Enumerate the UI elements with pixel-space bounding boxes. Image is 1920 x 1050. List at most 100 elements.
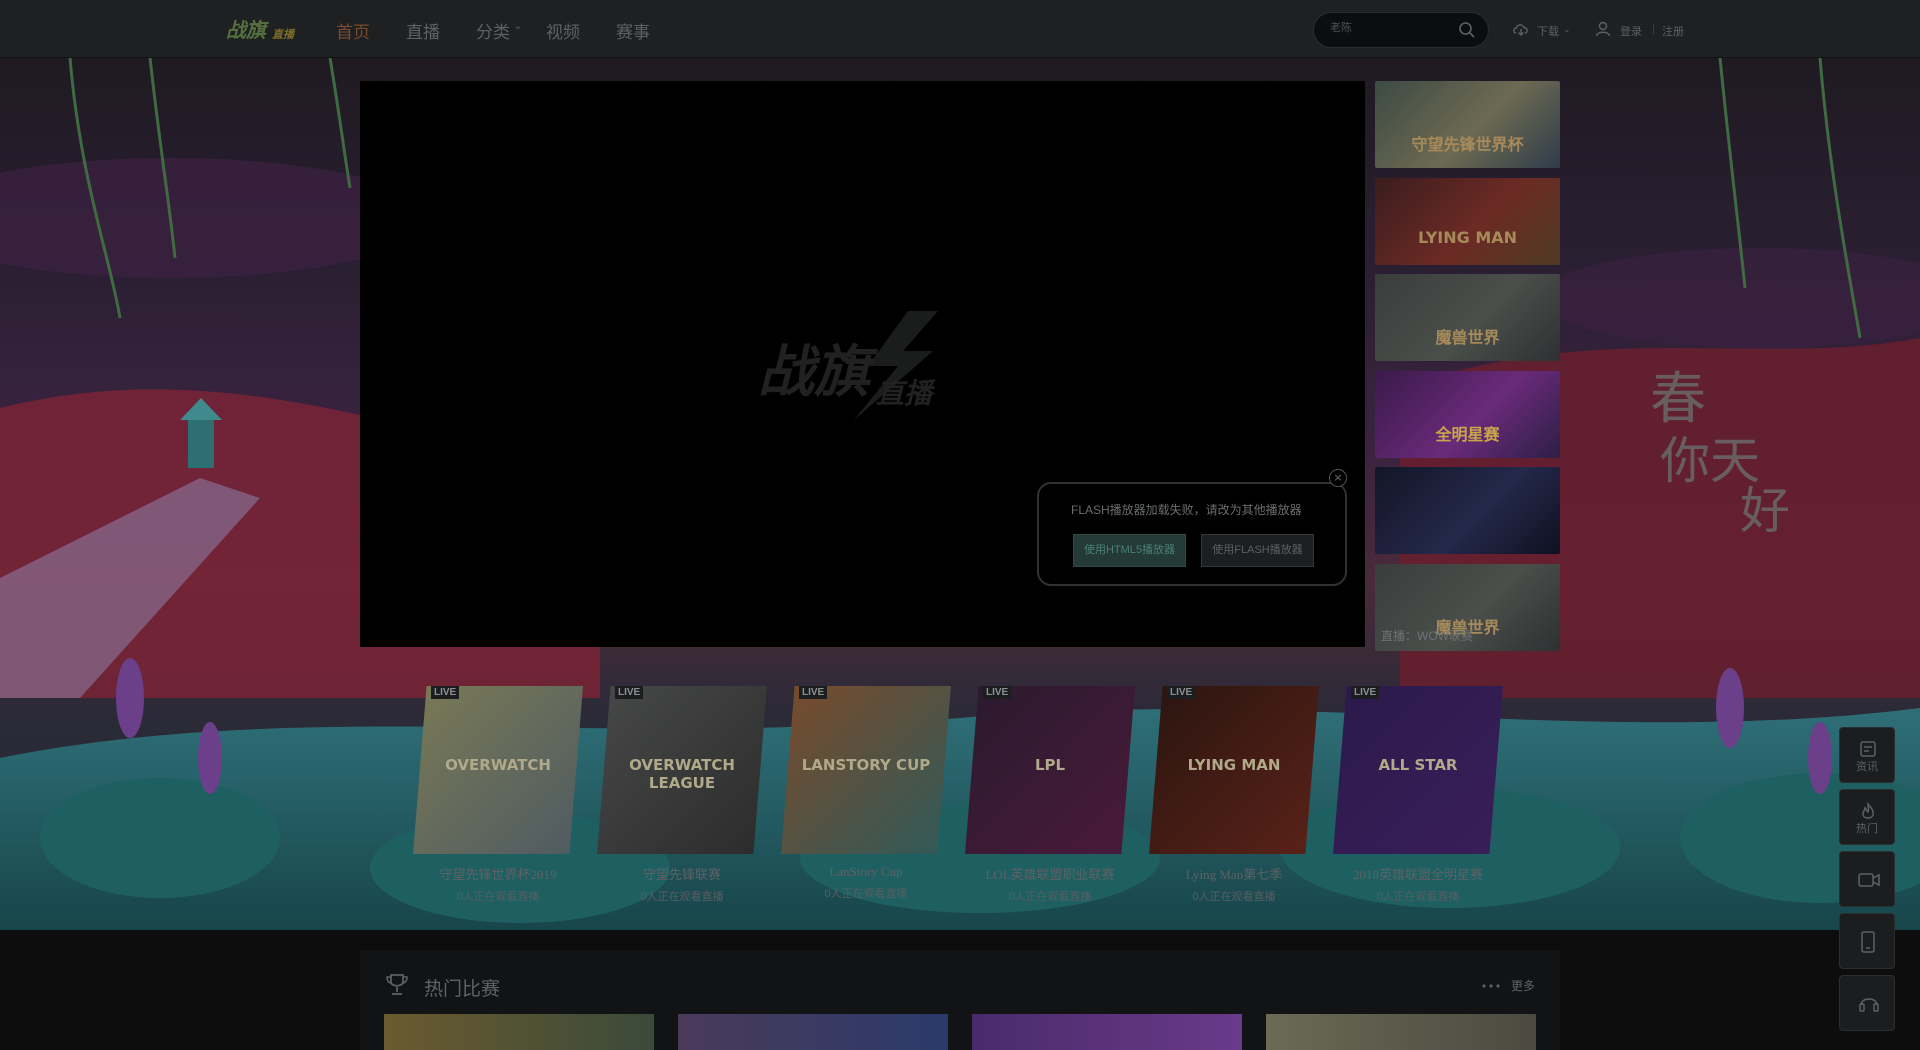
hot-match-card[interactable] <box>678 1014 948 1050</box>
mobile-app-button[interactable] <box>1839 913 1895 969</box>
live-card[interactable]: LIVE ALL STAR 2018英雄联盟全明星赛 0人正在观看直播 <box>1333 686 1503 904</box>
hot-match-card[interactable] <box>384 1014 654 1050</box>
use-html5-player-button[interactable]: 使用HTML5播放器 <box>1073 534 1186 567</box>
channel-thumbnail[interactable]: 全明星赛 <box>1375 370 1560 458</box>
nav-live[interactable]: 直播 <box>406 18 440 43</box>
hot-match-card[interactable] <box>972 1014 1242 1050</box>
use-flash-player-button[interactable]: 使用FLASH播放器 <box>1201 534 1314 567</box>
live-card-thumbnail[interactable]: LANSTORY CUP <box>781 686 951 854</box>
live-card-logo-text: LPL <box>1034 756 1066 774</box>
live-card-logo-text: ALL STAR <box>1378 756 1458 774</box>
channel-thumbnail[interactable]: 魔兽世界 <box>1375 274 1560 361</box>
hot-matches-title: 热门比赛 <box>424 979 501 1000</box>
logo-text: 战旗 <box>226 18 266 42</box>
channel-thumbnail[interactable]: LYING MAN <box>1375 177 1560 265</box>
chevron-down-icon: ⌄ <box>1563 24 1571 34</box>
svg-text:好: 好 <box>1740 482 1790 540</box>
news-button[interactable]: 资讯 <box>1839 727 1895 783</box>
nav-video[interactable]: 视频 <box>546 18 580 43</box>
page: { "header": { "logo_text": "战旗", "logo_s… <box>0 0 1920 1050</box>
logo-subtext: 直播 <box>272 28 294 41</box>
download-cloud-icon[interactable] <box>1512 20 1530 38</box>
channel-thumbnail[interactable] <box>1375 467 1560 554</box>
nav-home[interactable]: 首页 <box>336 18 370 43</box>
live-card-title[interactable]: Lying Man第七季 <box>1149 864 1319 883</box>
close-icon[interactable]: × <box>1329 469 1347 487</box>
live-card-logo-text: OVERWATCH LEAGUE <box>629 756 735 792</box>
header-separator: | <box>1652 23 1655 35</box>
login-link[interactable]: 登录 <box>1620 23 1642 39</box>
live-badge: LIVE <box>1167 686 1196 699</box>
live-card-logo-text: OVERWATCH <box>445 756 551 774</box>
nav-category[interactable]: 分类 ⌄ <box>476 18 522 43</box>
register-link[interactable]: 注册 <box>1662 23 1684 39</box>
camera-icon <box>1858 873 1880 887</box>
live-card-viewers: 0人正在观看直播 <box>640 891 724 903</box>
search-input[interactable] <box>1330 22 1450 34</box>
live-badge: LIVE <box>799 686 828 699</box>
live-card-viewers: 0人正在观看直播 <box>1192 891 1276 903</box>
live-card[interactable]: LIVE OVERWATCH 守望先锋世界杯2019 0人正在观看直播 <box>413 686 583 904</box>
channel-thumbnail[interactable]: 守望先锋世界杯 <box>1375 81 1560 168</box>
live-card[interactable]: LIVE OVERWATCH LEAGUE 守望先锋联赛 0人正在观看直播 <box>597 686 767 904</box>
more-link[interactable]: 更多 <box>1511 977 1535 994</box>
download-link[interactable]: 下载 <box>1537 23 1559 39</box>
live-card-logo-text: LYING MAN <box>1187 756 1281 774</box>
svg-text:春: 春 <box>1650 367 1706 432</box>
channel-thumbnail-list: 守望先锋世界杯 LYING MAN 魔兽世界 全明星赛 魔兽世界 <box>1375 81 1560 660</box>
live-card-viewers: 0人正在观看直播 <box>1008 891 1092 903</box>
flash-error-message: FLASH播放器加载失败，请改为其他播放器 <box>1071 503 1302 517</box>
player-watermark-logo: 战旗 直播 <box>758 311 938 421</box>
hot-match-card[interactable] <box>1266 1014 1536 1050</box>
live-card-logo-text: LANSTORY CUP <box>801 756 931 774</box>
video-player[interactable]: 战旗 直播 FLASH播放器加载失败，请改为其他播放器 使用HTML5播放器 使… <box>360 81 1365 647</box>
live-card-title[interactable]: LOL英雄联盟职业联赛 <box>965 864 1135 883</box>
hot-label: 热门 <box>1856 823 1878 835</box>
news-icon <box>1860 741 1876 757</box>
live-card-thumbnail[interactable]: OVERWATCH LEAGUE <box>597 686 767 854</box>
customer-service-button[interactable] <box>1839 975 1895 1031</box>
thumbnail-title: 守望先锋世界杯 <box>1411 135 1524 154</box>
live-card[interactable]: LIVE LANSTORY CUP LanStory Cup 0人正在观看直播 <box>781 686 951 904</box>
more-dots-icon <box>1482 984 1500 988</box>
hot-matches-section: 热门比赛 更多 <box>360 950 1560 1050</box>
live-card-thumbnail[interactable]: LYING MAN <box>1149 686 1319 854</box>
top-header: 战旗 直播 首页 直播 分类⌄ 视频 赛事 下载 ⌄ 登录 | <box>0 0 1920 58</box>
flash-error-dialog: FLASH播放器加载失败，请改为其他播放器 使用HTML5播放器 使用FLASH… <box>1037 482 1347 586</box>
live-card-viewers: 0人正在观看直播 <box>1376 891 1460 903</box>
live-badge: LIVE <box>431 686 460 699</box>
camera-button[interactable] <box>1839 851 1895 907</box>
nav-category-label: 分类 <box>476 23 510 42</box>
live-card-thumbnail[interactable]: LPL <box>965 686 1135 854</box>
live-card-viewers: 0人正在观看直播 <box>824 888 908 900</box>
phone-icon <box>1861 931 1875 953</box>
live-card-thumbnail[interactable]: OVERWATCH <box>413 686 583 854</box>
live-card-viewers: 0人正在观看直播 <box>456 891 540 903</box>
nav-events[interactable]: 赛事 <box>616 18 650 43</box>
live-badge: LIVE <box>1351 686 1380 699</box>
hot-button[interactable]: 热门 <box>1839 789 1895 845</box>
main-nav: 首页 直播 分类 ⌄ 视频 赛事 <box>336 18 686 43</box>
live-badge: LIVE <box>983 686 1012 699</box>
site-logo[interactable]: 战旗 直播 <box>226 14 296 46</box>
fire-icon <box>1862 802 1874 819</box>
live-card-title[interactable]: LanStory Cup <box>781 864 951 880</box>
thumbnail-title: 全明星赛 <box>1435 424 1500 444</box>
live-card-title[interactable]: 2018英雄联盟全明星赛 <box>1333 864 1503 883</box>
live-card-thumbnail[interactable]: ALL STAR <box>1333 686 1503 854</box>
live-card[interactable]: LIVE LPL LOL英雄联盟职业联赛 0人正在观看直播 <box>965 686 1135 904</box>
svg-text:战旗: 战旗 <box>758 340 879 405</box>
thumbnail-caption: 直播：WOW联赛 <box>1381 629 1473 643</box>
live-cards-row: LIVE OVERWATCH 守望先锋世界杯2019 0人正在观看直播 LIVE OVER… <box>413 686 1517 904</box>
live-badge: LIVE <box>615 686 644 699</box>
search-box <box>1313 12 1489 48</box>
search-icon[interactable] <box>1458 21 1476 39</box>
live-card[interactable]: LIVE LYING MAN Lying Man第七季 0人正在观看直播 <box>1149 686 1319 904</box>
thumbnail-title: LYING MAN <box>1417 227 1518 247</box>
live-card-title[interactable]: 守望先锋世界杯2019 <box>413 864 583 883</box>
hot-match-cards <box>384 1014 1560 1050</box>
chevron-down-icon: ⌄ <box>513 21 522 32</box>
user-icon <box>1595 21 1611 37</box>
news-label: 资讯 <box>1856 761 1878 773</box>
live-card-title[interactable]: 守望先锋联赛 <box>597 864 767 883</box>
